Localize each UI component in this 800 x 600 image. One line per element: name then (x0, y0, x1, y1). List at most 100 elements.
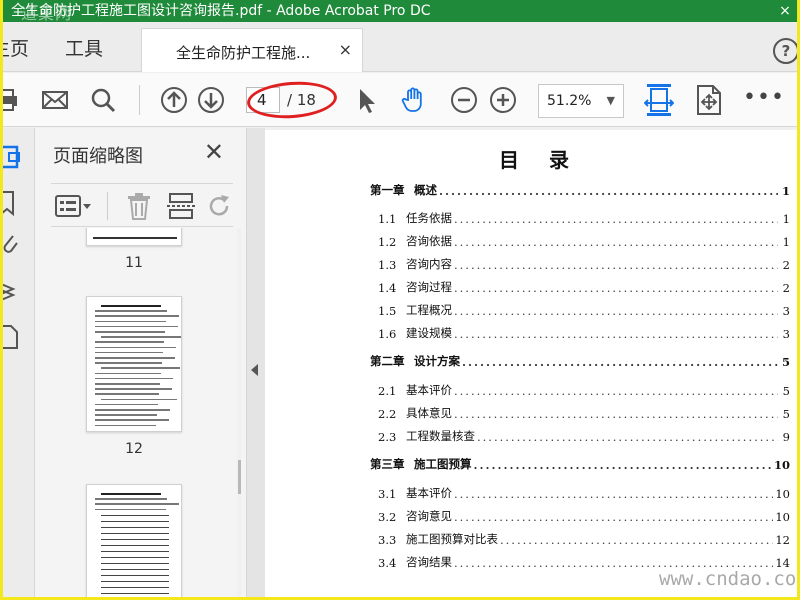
thumbnail-text-line (95, 377, 173, 380)
toc-row[interactable]: 1.4 咨询过程.................................… (370, 279, 790, 295)
zoom-in-icon[interactable] (489, 86, 517, 114)
tab-document[interactable]: 全生命防护工程施... × (141, 28, 363, 72)
toc-row-number: 2.2 (378, 407, 397, 421)
toc-row[interactable]: 1.3 咨询内容.................................… (370, 256, 790, 272)
toc-row-text: 基本评价 (406, 486, 452, 500)
toc-row[interactable]: 3.3 施工图预算对比表.............................… (370, 531, 790, 547)
page-thumbnails-icon[interactable] (3, 144, 25, 170)
main-toolbar: 4 / 18 51.2% ▼ ••• (0, 73, 797, 127)
thumbnail-text-line (95, 310, 167, 312)
document-view[interactable]: 目录 第一章 概述................................… (265, 128, 797, 597)
toc-row[interactable]: 1.5 工程概况.................................… (370, 302, 790, 318)
thumbnails-scrollbar-thumb[interactable] (238, 460, 241, 494)
zoom-out-icon[interactable] (450, 86, 478, 114)
window-title: 全生命防护工程施工图设计咨询报告.pdf - Adobe Acrobat Pro… (11, 3, 431, 19)
toc-row[interactable]: 3.2 咨询意见.................................… (370, 508, 790, 524)
document-tab-close-button[interactable]: × (339, 40, 352, 59)
toc-row-number: 3.1 (378, 487, 397, 501)
tab-home[interactable]: 主页 (3, 34, 29, 61)
insert-page-icon[interactable] (167, 192, 195, 220)
toc-row-page: 5 (782, 384, 790, 398)
zoom-level-value: 51.2% (547, 93, 592, 109)
toc-row-number: 1.3 (378, 258, 397, 272)
help-button[interactable]: ? (773, 38, 797, 64)
window-close-button[interactable]: × (767, 0, 797, 22)
thumbnail-text-line (95, 409, 170, 411)
toc-row-text: 咨询结果 (406, 555, 452, 569)
toc-leader-dots: ........................................… (454, 304, 778, 318)
toc-row[interactable]: 3.1 基本评价.................................… (370, 485, 790, 501)
print-icon[interactable] (0, 86, 21, 114)
toc-row[interactable]: 第二章 设计方案.................................… (370, 353, 790, 369)
thumbnail-text-line (95, 403, 158, 406)
toc-row[interactable]: 2.3 工程数量核查...............................… (370, 428, 790, 444)
thumbnail-text-line (95, 383, 160, 385)
previous-page-icon[interactable] (160, 86, 188, 114)
thumbnail-text-line (95, 503, 179, 505)
thumbnail-page-11[interactable] (86, 228, 182, 246)
toc-leader-dots: ........................................… (454, 258, 778, 272)
panel-collapse-handle[interactable] (247, 128, 265, 597)
thumbnail-page-13[interactable] (86, 484, 182, 597)
thumbnail-text-line (101, 305, 161, 307)
thumbnail-table-line (101, 533, 169, 534)
delete-page-icon[interactable] (125, 192, 153, 220)
more-options-button[interactable]: ••• (743, 85, 785, 110)
fit-width-icon[interactable] (644, 83, 674, 117)
toc-row[interactable]: 1.6 建设规模.................................… (370, 325, 790, 341)
toc-row-page: 10 (775, 487, 790, 501)
toc-leader-dots: ........................................… (454, 487, 773, 501)
toc-row-text: 施工图预算 (414, 457, 472, 471)
thumbnail-table-line (101, 587, 169, 588)
thumbnails-scrollbar-track[interactable] (237, 228, 241, 597)
rotate-page-icon[interactable] (207, 192, 233, 220)
toc-row[interactable]: 2.1 基本评价.................................… (370, 382, 790, 398)
toc-row-page: 1 (782, 235, 790, 249)
full-screen-icon[interactable] (695, 84, 723, 116)
attachments-icon[interactable] (3, 232, 25, 258)
toc-row-text: 设计方案 (414, 354, 460, 368)
thumbnail-text-line (95, 388, 172, 390)
chevron-down-icon: ▼ (606, 94, 615, 107)
thumbnail-text-line (95, 372, 161, 375)
zoom-level-select[interactable]: 51.2% ▼ (538, 84, 624, 118)
thumbnail-text-line (95, 498, 167, 500)
toc-row-text: 咨询意见 (406, 509, 452, 523)
thumbnails-close-button[interactable]: ✕ (204, 138, 224, 166)
thumbnail-table-line (101, 545, 169, 546)
toc-row[interactable]: 第三章 施工图预算................................… (370, 456, 790, 472)
toc-row-number: 2.1 (378, 384, 397, 398)
bookmarks-icon[interactable] (3, 190, 25, 216)
thumbnail-page-12[interactable] (86, 296, 182, 432)
toc-row[interactable]: 1.1 任务依据.................................… (370, 210, 790, 226)
toc-row-page: 1 (781, 184, 790, 198)
layers-icon[interactable] (3, 278, 25, 304)
thumbnail-text-line (95, 351, 163, 354)
search-icon[interactable] (89, 86, 117, 114)
thumbnail-text-line (101, 336, 181, 338)
hand-tool-icon[interactable] (400, 86, 428, 114)
toc-row-page: 2 (782, 258, 790, 272)
email-icon[interactable] (41, 86, 69, 114)
thumbnail-options-icon[interactable] (55, 194, 93, 218)
toc-row[interactable]: 第一章 概述...................................… (370, 182, 790, 198)
toc-row-number: 1.6 (378, 327, 397, 341)
toc-row-text: 施工图预算对比表 (406, 532, 498, 546)
toc-row-text: 咨询依据 (406, 234, 452, 248)
toc-row[interactable]: 2.2 具体意见.................................… (370, 405, 790, 421)
toc-row[interactable]: 1.2 咨询依据.................................… (370, 233, 790, 249)
toc-row-text: 建设规模 (406, 326, 452, 340)
toc-row-text: 咨询内容 (406, 257, 452, 271)
toc-leader-dots: ........................................… (454, 510, 773, 524)
tab-tools[interactable]: 工具 (65, 34, 103, 61)
select-tool-icon[interactable] (353, 86, 381, 114)
document-tab-label: 全生命防护工程施... (176, 44, 311, 62)
document-icon[interactable] (3, 324, 25, 350)
thumbnails-scroll-area[interactable]: 11 12 (51, 228, 241, 597)
next-page-icon[interactable] (197, 86, 225, 114)
toc-row-number: 1.4 (378, 281, 397, 295)
watermark-logo: 道巢网 (21, 4, 73, 23)
thumbnails-toolbar-separator (107, 192, 108, 220)
toc-row-number: 1.5 (378, 304, 397, 318)
thumbnail-table-line (101, 521, 169, 522)
